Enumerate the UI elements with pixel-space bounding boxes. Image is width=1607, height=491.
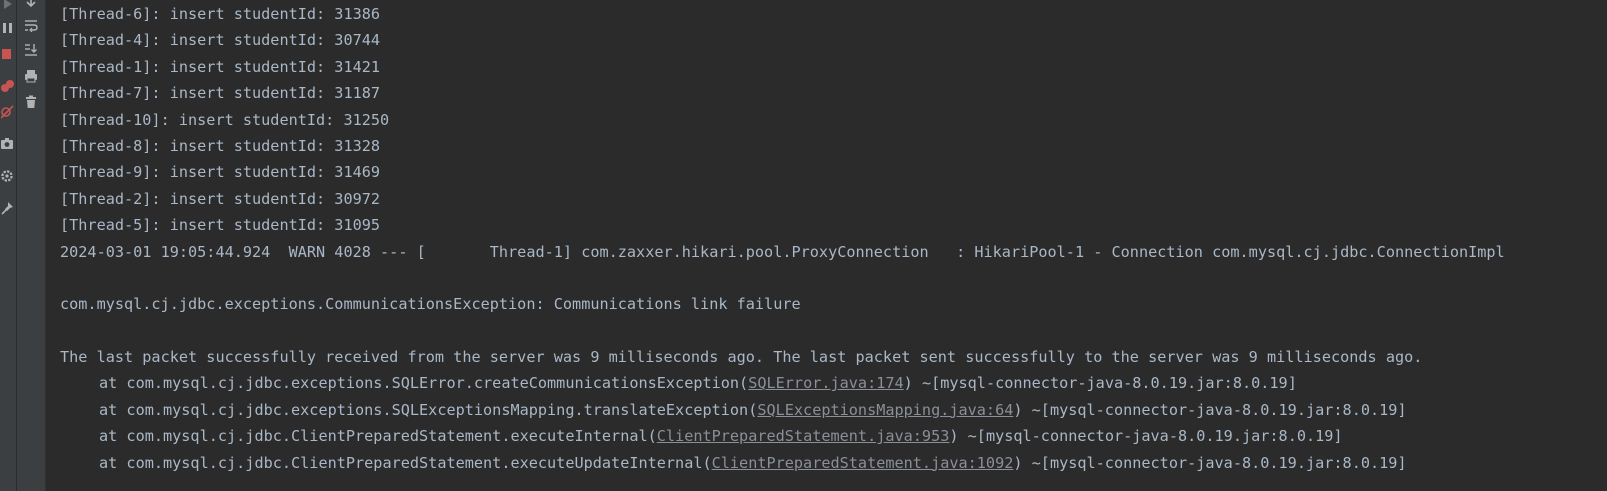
mute-breakpoints-icon[interactable] — [0, 104, 16, 120]
scroll-to-end-icon[interactable] — [23, 42, 39, 58]
console-line: com.mysql.cj.jdbc.exceptions.Communicati… — [60, 295, 801, 314]
run-tool-window: [Thread-6]: insert studentId: 31386 [Thre… — [0, 0, 1607, 491]
pin-icon[interactable] — [0, 200, 16, 216]
view-breakpoints-icon[interactable] — [0, 78, 16, 94]
stack-frame-text: at com.mysql.cj.jdbc.exceptions.SQLError… — [99, 374, 749, 393]
console-blank-line — [60, 318, 1505, 344]
scroll-down-icon[interactable] — [23, 0, 39, 10]
source-file-link[interactable]: SQLExceptionsMapping.java:64 — [757, 401, 1013, 419]
console-line: [Thread-10]: insert studentId: 31250 — [60, 110, 390, 129]
console-blank-line — [60, 265, 1505, 291]
stack-frame-text: at com.mysql.cj.jdbc.ClientPreparedState… — [99, 453, 712, 472]
stack-frame-jar: ) ~[mysql-connector-java-8.0.19.jar:8.0.… — [1013, 400, 1407, 419]
console-line: [Thread-9]: insert studentId: 31469 — [60, 163, 381, 182]
console-lines: [Thread-6]: insert studentId: 31386 [Thre… — [60, 1, 1505, 476]
console-line: [Thread-8]: insert studentId: 31328 — [60, 136, 381, 155]
stack-frame-text: at com.mysql.cj.jdbc.ClientPreparedState… — [99, 427, 657, 446]
stack-frame-jar: ) ~[mysql-connector-java-8.0.19.jar:8.0.… — [903, 374, 1297, 393]
source-file-link[interactable]: ClientPreparedStatement.java:953 — [657, 427, 950, 445]
console-actions-toolbar — [17, 0, 45, 491]
stack-trace-line: at com.mysql.cj.jdbc.ClientPreparedState… — [60, 450, 1505, 476]
stack-frame-text: at com.mysql.cj.jdbc.exceptions.SQLExcep… — [99, 400, 758, 419]
console-line: [Thread-4]: insert studentId: 30744 — [60, 31, 381, 50]
console-line: The last packet successfully received fr… — [60, 348, 1423, 367]
soft-wrap-icon[interactable] — [23, 17, 39, 33]
stack-frame-jar: ) ~[mysql-connector-java-8.0.19.jar:8.0.… — [1013, 453, 1407, 472]
trash-icon[interactable] — [23, 94, 39, 110]
source-file-link[interactable]: ClientPreparedStatement.java:1092 — [712, 454, 1014, 472]
source-file-link[interactable]: SQLError.java:174 — [748, 374, 903, 392]
stack-trace-line: at com.mysql.cj.jdbc.ClientPreparedState… — [60, 423, 1505, 449]
stop-icon[interactable] — [0, 46, 16, 62]
stack-frame-jar: ) ~[mysql-connector-java-8.0.19.jar:8.0.… — [949, 427, 1343, 446]
console-line: [Thread-2]: insert studentId: 30972 — [60, 189, 381, 208]
play-icon[interactable] — [0, 0, 16, 12]
run-actions-toolbar — [0, 0, 16, 491]
print-icon[interactable] — [23, 68, 39, 84]
stack-trace-line: at com.mysql.cj.jdbc.exceptions.SQLError… — [60, 370, 1505, 396]
console-output[interactable]: [Thread-6]: insert studentId: 31386 [Thre… — [46, 0, 1607, 491]
camera-icon[interactable] — [0, 136, 16, 152]
console-line: [Thread-5]: insert studentId: 31095 — [60, 216, 381, 235]
console-line: 2024-03-01 19:05:44.924 WARN 4028 --- [ … — [60, 242, 1505, 261]
console-line: [Thread-7]: insert studentId: 31187 — [60, 84, 381, 103]
console-line: [Thread-1]: insert studentId: 31421 — [60, 57, 381, 76]
pause-icon[interactable] — [0, 20, 16, 36]
settings-icon[interactable] — [0, 168, 16, 184]
stack-trace-line: at com.mysql.cj.jdbc.exceptions.SQLExcep… — [60, 397, 1505, 423]
console-line: [Thread-6]: insert studentId: 31386 — [60, 5, 381, 23]
